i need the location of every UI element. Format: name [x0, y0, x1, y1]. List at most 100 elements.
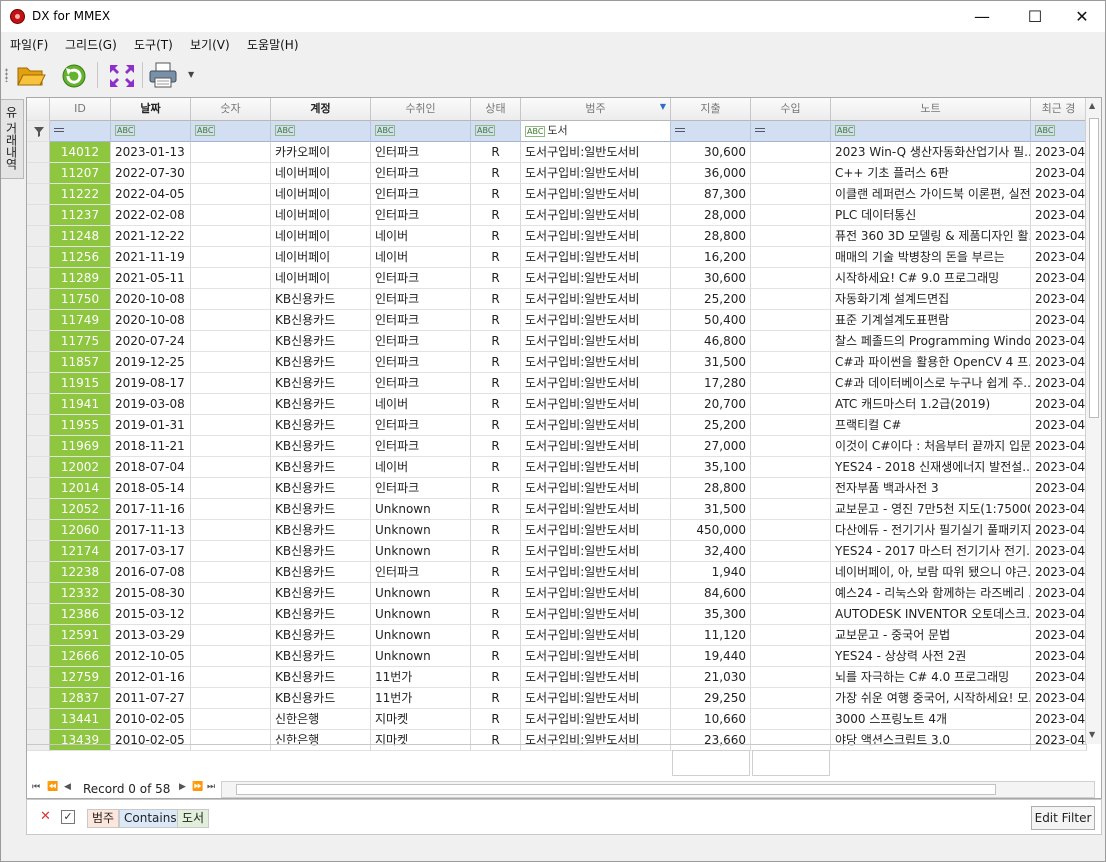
cell-inc[interactable] — [751, 268, 831, 289]
cell-account[interactable]: KB신용카드 — [271, 625, 371, 646]
table-row[interactable]: 11915 2019-08-17 KB신용카드 인터파크 R 도서구입비:일반도서비 17,… — [27, 373, 1087, 394]
cell-account[interactable]: KB신용카드 — [271, 310, 371, 331]
cell-recent[interactable]: 2023-04- — [1031, 730, 1087, 751]
cell-note[interactable]: 전자부품 백과사전 3 — [831, 478, 1031, 499]
cell-num[interactable] — [191, 247, 271, 268]
cell-date[interactable]: 2017-11-16 — [111, 499, 191, 520]
cell-exp[interactable]: 450,000 — [671, 520, 751, 541]
table-row[interactable]: 11775 2020-07-24 KB신용카드 인터파크 R 도서구입비:일반도서비 46,… — [27, 331, 1087, 352]
cell-exp[interactable]: 32,400 — [671, 541, 751, 562]
cell-note[interactable]: AUTODESK INVENTOR 오토데스크... — [831, 604, 1031, 625]
row-indicator[interactable] — [27, 562, 50, 583]
cell-cat[interactable]: 도서구입비:일반도서비 — [521, 415, 671, 436]
cell-recent[interactable]: 2023-04- — [1031, 331, 1087, 352]
table-row[interactable]: 11248 2021-12-22 네이버페이 네이버 R 도서구입비:일반도서비 28,80… — [27, 226, 1087, 247]
row-indicator[interactable] — [27, 436, 50, 457]
cell-num[interactable] — [191, 205, 271, 226]
cell-exp[interactable]: 27,000 — [671, 436, 751, 457]
cell-recent[interactable]: 2023-04- — [1031, 184, 1087, 205]
table-row[interactable]: 11857 2019-12-25 KB신용카드 인터파크 R 도서구입비:일반도서비 31,… — [27, 352, 1087, 373]
table-row[interactable]: 12052 2017-11-16 KB신용카드 Unknown R 도서구입비:일반도서비… — [27, 499, 1087, 520]
cell-status[interactable]: R — [471, 499, 521, 520]
cell-exp[interactable]: 46,800 — [671, 331, 751, 352]
cell-status[interactable]: R — [471, 373, 521, 394]
column-header-id[interactable]: ID — [50, 98, 111, 121]
cell-date[interactable]: 2010-02-05 — [111, 709, 191, 730]
checkbox-icon[interactable]: ✓ — [61, 810, 75, 824]
filter-cell-inc[interactable] — [751, 121, 831, 142]
cell-id[interactable]: 11222 — [50, 184, 111, 205]
cell-cat[interactable]: 도서구입비:일반도서비 — [521, 562, 671, 583]
cell-status[interactable]: R — [471, 688, 521, 709]
cell-id[interactable]: 11207 — [50, 163, 111, 184]
cell-date[interactable]: 2020-07-24 — [111, 331, 191, 352]
cell-num[interactable] — [191, 688, 271, 709]
row-indicator[interactable] — [27, 247, 50, 268]
cell-status[interactable]: R — [471, 352, 521, 373]
cell-inc[interactable] — [751, 457, 831, 478]
cell-num[interactable] — [191, 226, 271, 247]
cell-recent[interactable]: 2023-04- — [1031, 541, 1087, 562]
cell-id[interactable]: 12002 — [50, 457, 111, 478]
cell-payee[interactable]: Unknown — [371, 646, 471, 667]
cell-account[interactable]: KB신용카드 — [271, 394, 371, 415]
cell-num[interactable] — [191, 604, 271, 625]
cell-cat[interactable]: 도서구입비:일반도서비 — [521, 331, 671, 352]
fullscreen-button[interactable] — [106, 60, 138, 90]
table-row[interactable]: 11237 2022-02-08 네이버페이 인터파크 R 도서구입비:일반도서비 28,0… — [27, 205, 1087, 226]
cell-payee[interactable]: Unknown — [371, 583, 471, 604]
column-header-inc[interactable]: 수입 — [751, 98, 831, 121]
filter-cell-num[interactable]: ABC — [191, 121, 271, 142]
cell-date[interactable]: 2022-04-05 — [111, 184, 191, 205]
cell-exp[interactable]: 25,200 — [671, 289, 751, 310]
cell-date[interactable]: 2012-01-16 — [111, 667, 191, 688]
row-indicator[interactable] — [27, 604, 50, 625]
cell-date[interactable]: 2019-12-25 — [111, 352, 191, 373]
row-indicator[interactable] — [27, 373, 50, 394]
cell-note[interactable]: C#과 파이썬을 활용한 OpenCV 4 프... — [831, 352, 1031, 373]
cell-id[interactable]: 12052 — [50, 499, 111, 520]
cell-date[interactable]: 2013-03-29 — [111, 625, 191, 646]
row-indicator[interactable] — [27, 268, 50, 289]
cell-cat[interactable]: 도서구입비:일반도서비 — [521, 583, 671, 604]
cell-date[interactable]: 2019-03-08 — [111, 394, 191, 415]
cell-date[interactable]: 2021-05-11 — [111, 268, 191, 289]
row-indicator[interactable] — [27, 142, 50, 163]
close-button[interactable]: ✕ — [1059, 1, 1105, 32]
cell-status[interactable]: R — [471, 667, 521, 688]
table-row[interactable]: 12837 2011-07-27 KB신용카드 11번가 R 도서구입비:일반도서비 29,… — [27, 688, 1087, 709]
row-indicator[interactable] — [27, 184, 50, 205]
table-row[interactable]: 11941 2019-03-08 KB신용카드 네이버 R 도서구입비:일반도서비 20,7… — [27, 394, 1087, 415]
cell-account[interactable]: KB신용카드 — [271, 436, 371, 457]
row-indicator[interactable] — [27, 625, 50, 646]
cell-payee[interactable]: 지마켓 — [371, 709, 471, 730]
cell-num[interactable] — [191, 394, 271, 415]
filter-cell-status[interactable]: ABC — [471, 121, 521, 142]
cell-inc[interactable] — [751, 226, 831, 247]
cell-exp[interactable]: 11,120 — [671, 625, 751, 646]
cell-status[interactable]: R — [471, 142, 521, 163]
cell-payee[interactable]: 인터파크 — [371, 415, 471, 436]
cell-inc[interactable] — [751, 205, 831, 226]
cell-id[interactable]: 11237 — [50, 205, 111, 226]
cell-id[interactable]: 11289 — [50, 268, 111, 289]
cell-cat[interactable]: 도서구입비:일반도서비 — [521, 646, 671, 667]
cell-date[interactable]: 2012-10-05 — [111, 646, 191, 667]
table-row[interactable]: 11222 2022-04-05 네이버페이 인터파크 R 도서구입비:일반도서비 87,3… — [27, 184, 1087, 205]
cell-payee[interactable]: 인터파크 — [371, 436, 471, 457]
cell-id[interactable]: 12014 — [50, 478, 111, 499]
cell-account[interactable]: KB신용카드 — [271, 688, 371, 709]
table-row[interactable]: 12238 2016-07-08 KB신용카드 인터파크 R 도서구입비:일반도서비 1,9… — [27, 562, 1087, 583]
row-indicator[interactable] — [27, 331, 50, 352]
cell-payee[interactable]: 인터파크 — [371, 163, 471, 184]
cell-status[interactable]: R — [471, 646, 521, 667]
table-row[interactable]: 12174 2017-03-17 KB신용카드 Unknown R 도서구입비:일반도서비… — [27, 541, 1087, 562]
scroll-up-icon[interactable]: ▲ — [1089, 101, 1095, 110]
cell-note[interactable]: 퓨전 360 3D 모델링 & 제품디자인 활... — [831, 226, 1031, 247]
cell-recent[interactable]: 2023-04- — [1031, 709, 1087, 730]
cell-status[interactable]: R — [471, 331, 521, 352]
filter-cell-exp[interactable] — [671, 121, 751, 142]
cell-status[interactable]: R — [471, 457, 521, 478]
scroll-down-icon[interactable]: ▼ — [1089, 730, 1095, 739]
filter-cell-id[interactable] — [50, 121, 111, 142]
